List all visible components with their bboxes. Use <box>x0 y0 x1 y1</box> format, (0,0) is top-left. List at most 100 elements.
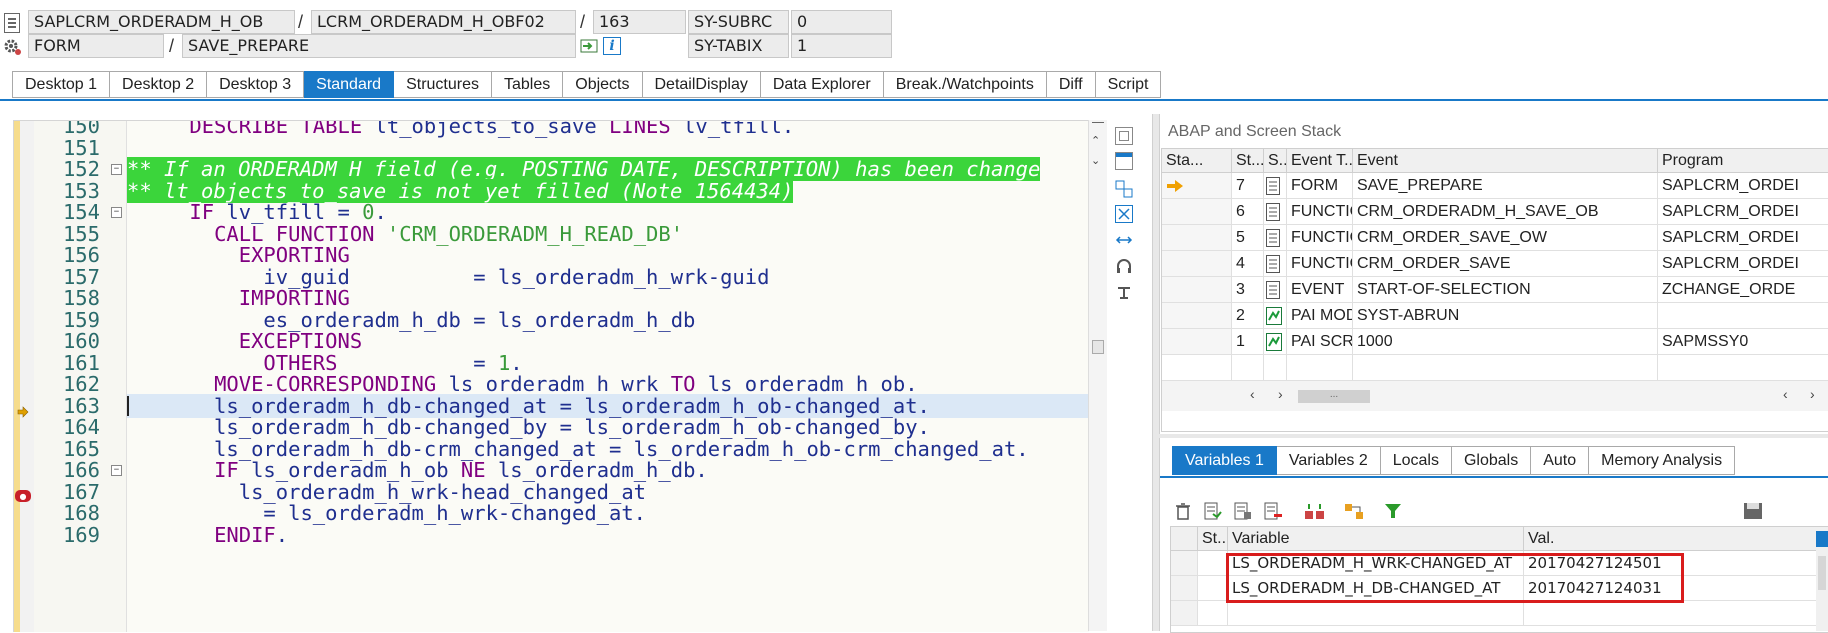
scroll-thumb[interactable]: ... <box>1298 390 1370 403</box>
event-type-field[interactable]: FORM <box>28 34 164 58</box>
code-line[interactable]: 169 ENDIF. <box>14 523 1089 548</box>
tab-data-explorer[interactable]: Data Explorer <box>760 71 884 98</box>
breakpoint-icon[interactable]: ● <box>15 484 31 502</box>
pane-splitter[interactable] <box>1152 114 1160 631</box>
scroll-thumb[interactable] <box>1092 340 1104 354</box>
keyword-token: MOVE-CORRESPONDING <box>214 372 437 396</box>
resize-icon[interactable] <box>1115 231 1133 249</box>
tab-objects[interactable]: Objects <box>563 71 643 98</box>
separator: / <box>169 36 175 56</box>
event-name-field[interactable]: SAVE_PREPARE <box>182 34 576 58</box>
copy-variable-icon[interactable] <box>1234 502 1252 520</box>
tab-auto[interactable]: Auto <box>1531 446 1590 475</box>
scroll-up-icon[interactable]: ⌃ <box>1091 134 1100 147</box>
scroll-down-icon[interactable]: ⌄ <box>1091 154 1100 167</box>
keyword-token: NE <box>460 458 486 482</box>
swap-icon[interactable] <box>1115 180 1133 198</box>
variables-column-header[interactable]: Variable <box>1228 527 1524 551</box>
stack-table[interactable]: Sta...St...S...Event T...EventProgram 7 FO… <box>1161 148 1828 432</box>
stack-column-header[interactable]: St... <box>1232 149 1264 173</box>
tab-standard[interactable]: Standard <box>304 71 395 98</box>
scroll-right-icon[interactable]: › <box>1278 386 1283 402</box>
line-field[interactable]: 163 <box>593 10 686 34</box>
info-icon[interactable]: i <box>603 37 621 55</box>
insert-variable-icon[interactable] <box>1204 502 1222 520</box>
filter-icon[interactable] <box>1384 502 1402 520</box>
tab-variables-1[interactable]: Variables 1 <box>1172 446 1277 475</box>
variables-column-header[interactable]: St... <box>1198 527 1228 551</box>
close-editor-icon[interactable] <box>1115 127 1133 145</box>
editor-scrollbar[interactable]: ⌃ ⌄ <box>1088 120 1107 631</box>
tools-icon[interactable] <box>1115 284 1133 302</box>
remove-variable-icon[interactable] <box>1264 502 1282 520</box>
tab-detaildisplay[interactable]: DetailDisplay <box>642 71 761 98</box>
tab-globals[interactable]: Globals <box>1451 446 1532 475</box>
scroll-left-icon[interactable]: ‹ <box>1250 386 1255 402</box>
stack-h-scrollbar[interactable]: ‹ ›... ‹ › <box>1162 381 1828 411</box>
program-field[interactable]: SAPLCRM_ORDERADM_H_OB <box>28 10 295 34</box>
stack-cell-level: 3 <box>1232 277 1264 303</box>
stack-column-header[interactable]: S... <box>1264 149 1287 173</box>
tab-desktop-3[interactable]: Desktop 3 <box>207 71 305 98</box>
headphones-icon[interactable] <box>1115 257 1133 275</box>
stack-cell-event: CRM_ORDERADM_H_SAVE_OB <box>1353 199 1658 225</box>
stack-panel-divider[interactable] <box>1158 434 1828 438</box>
stack-cell-program: SAPLCRM_ORDEI <box>1658 173 1828 199</box>
navigate-icon[interactable] <box>580 37 598 55</box>
delete-icon[interactable] <box>1174 502 1192 520</box>
code-token: . <box>510 350 523 375</box>
variable-empty-cell[interactable] <box>1171 601 1198 626</box>
variables-column-header[interactable]: Val. <box>1524 527 1828 551</box>
tab-locals[interactable]: Locals <box>1380 446 1452 475</box>
scroll-right-icon[interactable]: › <box>1810 386 1815 402</box>
tab-memory-analysis[interactable]: Memory Analysis <box>1589 446 1736 475</box>
fold-toggle-icon[interactable]: − <box>111 465 122 476</box>
variable-empty-cell[interactable] <box>1228 601 1524 626</box>
source-code-editor[interactable]: 150 DESCRIBE TABLE lt_objects_to_save LI… <box>13 120 1089 632</box>
tab-variables-2[interactable]: Variables 2 <box>1276 446 1381 475</box>
save-icon[interactable] <box>1743 502 1762 520</box>
fold-toggle-icon[interactable]: − <box>111 207 122 218</box>
stack-empty-cell <box>1162 355 1232 381</box>
variable-cell <box>1198 551 1228 576</box>
stack-empty-cell <box>1658 355 1828 381</box>
stack-column-header[interactable]: Event T... <box>1287 149 1353 173</box>
code-token: ls_orderadm_h_db-changed_by = ls_orderad… <box>140 415 930 439</box>
tab-desktop-1[interactable]: Desktop 1 <box>12 71 111 98</box>
tab-tables[interactable]: Tables <box>492 71 564 98</box>
transfer-icon[interactable] <box>1304 502 1324 520</box>
variable-empty-cell[interactable] <box>1198 601 1228 626</box>
code-token: es_orderadm_h_db = ls_orderadm_h_db <box>140 307 696 332</box>
tab-desktop-2[interactable]: Desktop 2 <box>110 71 208 98</box>
stack-column-header[interactable]: Event <box>1353 149 1658 173</box>
execution-arrow-icon <box>17 399 29 418</box>
move-icon[interactable] <box>1344 502 1363 520</box>
stack-column-header[interactable]: Sta... <box>1162 149 1232 173</box>
program-icon <box>4 13 20 33</box>
stack-title: ABAP and Screen Stack <box>1168 123 1342 140</box>
vars-scrollbar[interactable] <box>1816 550 1828 631</box>
tab-structures[interactable]: Structures <box>394 71 492 98</box>
stack-column-header[interactable]: Program <box>1658 149 1828 173</box>
stack-cell-event: SYST-ABRUN <box>1353 303 1658 329</box>
new-window-icon[interactable] <box>1115 152 1133 170</box>
maximize-icon[interactable] <box>1115 205 1133 223</box>
current-frame-arrow-icon <box>1167 180 1183 192</box>
row-selector-header[interactable] <box>1171 527 1198 551</box>
stack-empty-cell <box>1264 355 1287 381</box>
tab-break-watchpoints[interactable]: Break./Watchpoints <box>883 71 1047 98</box>
stack-empty-cell <box>1232 355 1264 381</box>
stack-empty-cell <box>1287 355 1353 381</box>
scroll-left-icon[interactable]: ‹ <box>1783 386 1788 402</box>
fold-toggle-icon[interactable]: − <box>111 164 122 175</box>
code-token: = ls_orderadm_h_wrk-changed_at. <box>140 501 647 525</box>
include-field[interactable]: LCRM_ORDERADM_H_OBF02 <box>311 10 576 34</box>
vars-settings-icon[interactable] <box>1816 531 1828 547</box>
variable-empty-cell[interactable] <box>1524 601 1828 626</box>
keyword-token: EXCEPTIONS <box>238 329 363 353</box>
tab-diff[interactable]: Diff <box>1046 71 1096 98</box>
tab-script[interactable]: Script <box>1095 71 1162 98</box>
